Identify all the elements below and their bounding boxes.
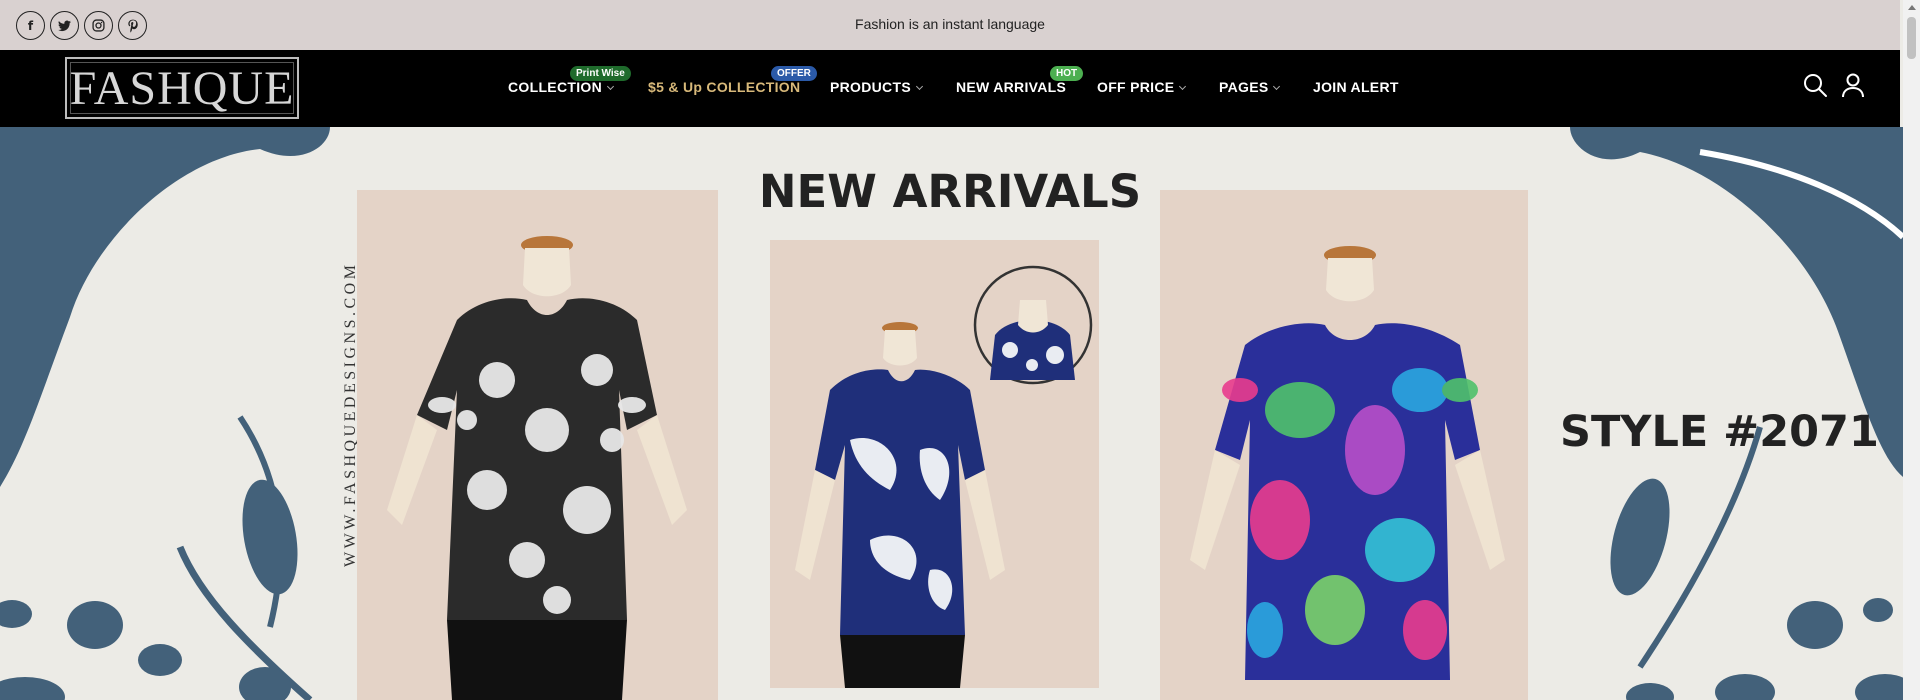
left-dot-shape-4 xyxy=(0,677,65,700)
main-navbar: FASHQUE Print Wise COLLECTION OFFER $5 &… xyxy=(0,50,1900,127)
tagline: Fashion is an instant language xyxy=(855,16,1045,32)
product-photo-floral-bw[interactable] xyxy=(357,190,718,700)
right-dot-shape-3 xyxy=(1715,674,1775,700)
nav-item-label: COLLECTION xyxy=(508,79,602,95)
hero-banner[interactable]: WWW.FASHQUEDESIGNS.COM NEW ARRIVALS STYL… xyxy=(0,127,1903,700)
left-dot-shape-2 xyxy=(138,644,182,676)
nav-item-off-price[interactable]: OFF PRICE xyxy=(1097,79,1187,95)
nav-item-5-and-up-collection[interactable]: $5 & Up COLLECTION xyxy=(648,79,800,95)
scrollbar-thumb[interactable] xyxy=(1907,17,1916,59)
scroll-up-arrow-icon[interactable] xyxy=(1908,5,1916,10)
left-teardrop-shape xyxy=(242,479,298,595)
chevron-down-icon xyxy=(606,82,615,91)
style-number-text: STYLE #2071 xyxy=(1560,407,1879,457)
chevron-down-icon xyxy=(1273,82,1281,91)
hero-title: NEW ARRIVALS xyxy=(758,165,1142,218)
chevron-down-icon xyxy=(1179,82,1187,91)
nav-item-pages[interactable]: PAGES xyxy=(1219,79,1281,95)
top-announcement-bar: f Fashion is an instant language xyxy=(0,0,1900,50)
nav-item-new-arrivals[interactable]: NEW ARRIVALS xyxy=(956,79,1066,95)
right-dot-shape xyxy=(1787,601,1843,649)
left-leaf-shape xyxy=(0,127,330,487)
mannequin-floral-top-image xyxy=(387,236,687,700)
nav-item-collection[interactable]: COLLECTION xyxy=(508,79,615,95)
nav-item-label: OFF PRICE xyxy=(1097,79,1175,95)
right-dot-shape-4 xyxy=(1855,674,1903,700)
page-scrollbar[interactable] xyxy=(1903,0,1920,700)
right-dot-shape-5 xyxy=(1626,683,1674,700)
search-icon[interactable] xyxy=(1801,71,1829,99)
left-dot-shape xyxy=(67,601,123,649)
right-dot-shape-2 xyxy=(1863,598,1893,622)
product-photo-navy-print[interactable] xyxy=(770,240,1099,688)
right-teardrop-shape xyxy=(1610,478,1670,596)
nav-item-label: PAGES xyxy=(1219,79,1269,95)
nav-item-products[interactable]: PRODUCTS xyxy=(830,79,924,95)
product-photo-multicolor[interactable] xyxy=(1160,190,1528,700)
account-icon[interactable] xyxy=(1839,71,1867,99)
mannequin-navy-top-image xyxy=(795,265,1093,688)
nav-item-label: PRODUCTS xyxy=(830,79,911,95)
nav-item-join-alert[interactable]: JOIN ALERT xyxy=(1313,79,1399,95)
left-dot-shape-3 xyxy=(0,600,32,628)
chevron-down-icon xyxy=(915,82,924,91)
site-logo[interactable]: FASHQUE xyxy=(65,57,299,119)
mannequin-multicolor-top-image xyxy=(1190,246,1505,680)
